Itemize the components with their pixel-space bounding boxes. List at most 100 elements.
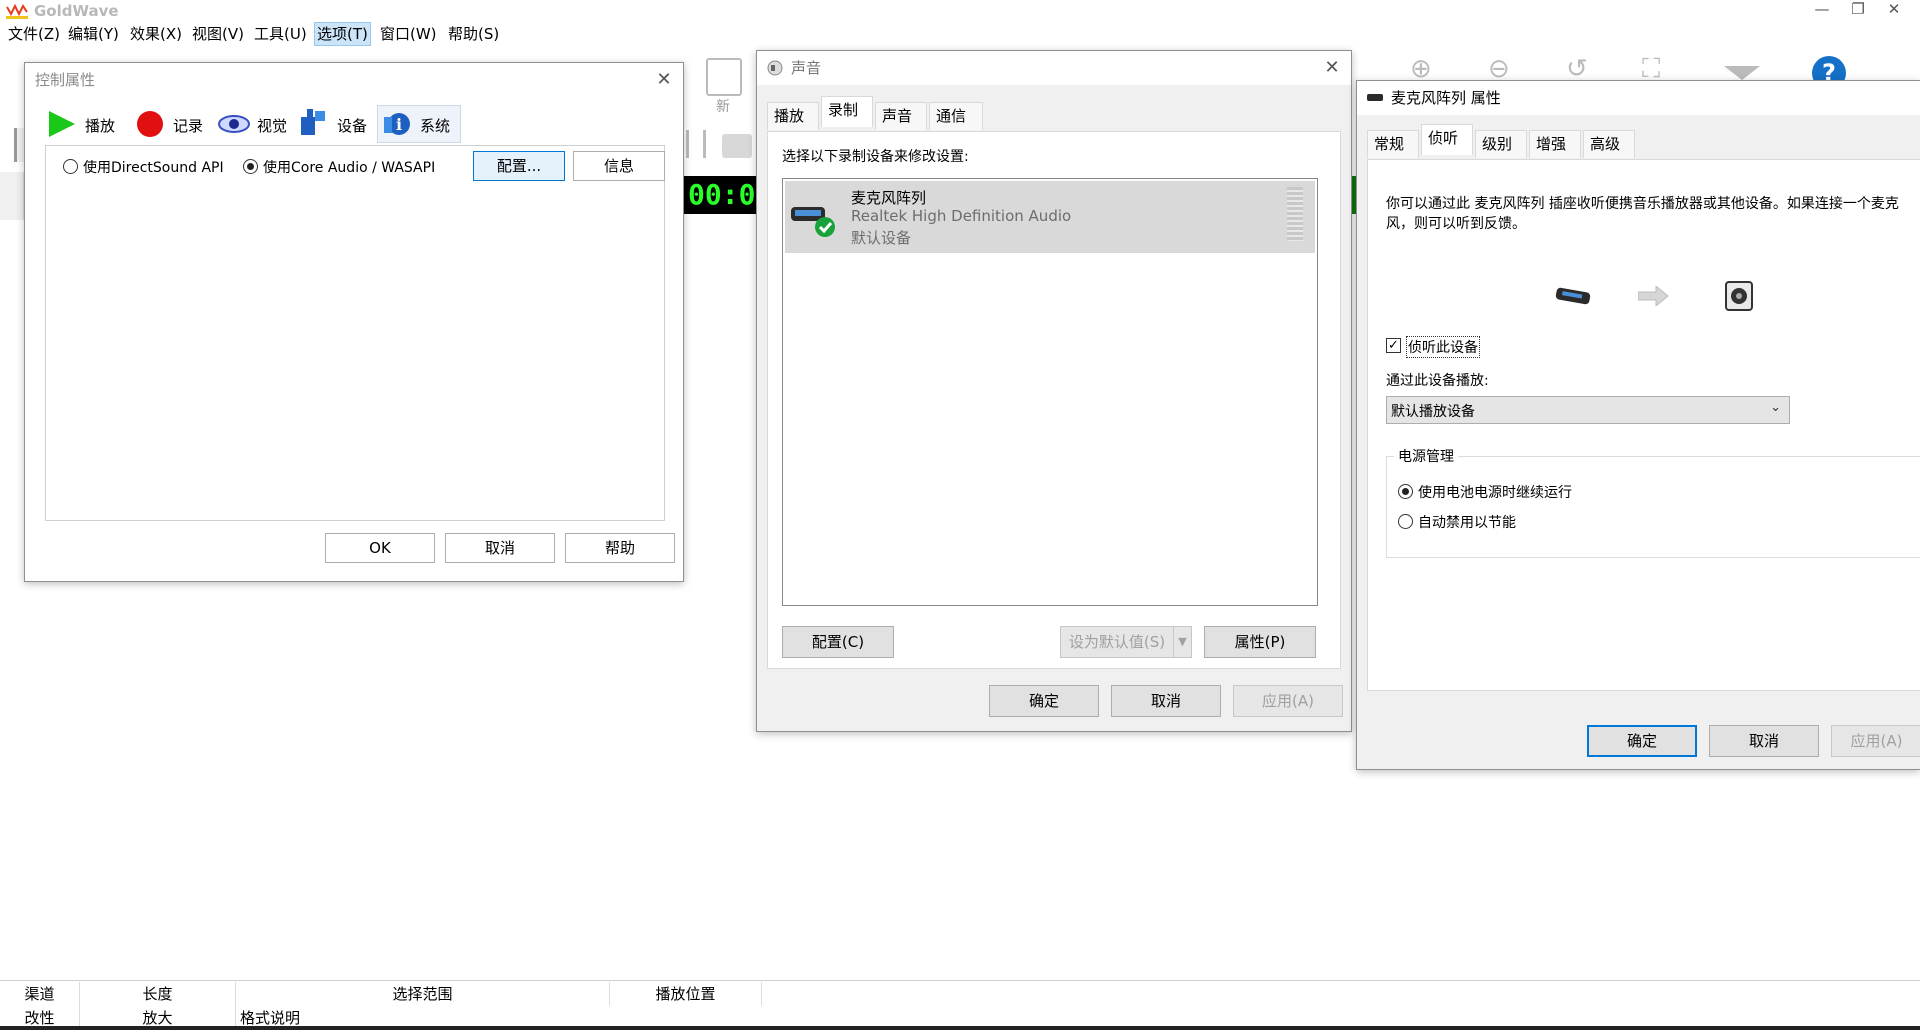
goldwave-logo-icon bbox=[6, 3, 28, 19]
mic-cancel-button[interactable]: 取消 bbox=[1709, 725, 1819, 757]
chevron-down-icon: ⌄ bbox=[1770, 400, 1781, 415]
mic-tab-listen[interactable]: 侦听 bbox=[1421, 124, 1473, 155]
power-disable-radio[interactable] bbox=[1398, 514, 1413, 529]
control-tab-visual-label: 视觉 bbox=[257, 117, 288, 135]
control-properties-titlebar: 控制属性 bbox=[25, 63, 683, 97]
mic-tab-levels[interactable]: 级别 bbox=[1475, 130, 1527, 158]
status-bar: 渠道 长度 选择范围 播放位置 改性 放大 格式说明 bbox=[0, 980, 1920, 1030]
sound-tab-recording[interactable]: 录制 bbox=[821, 96, 873, 127]
svg-text:i: i bbox=[396, 115, 402, 134]
eye-icon bbox=[218, 115, 250, 133]
control-tab-system[interactable]: i 系统 bbox=[377, 105, 461, 143]
playback-through-label: 通过此设备播放: bbox=[1386, 373, 1489, 389]
device-status: 默认设备 bbox=[851, 229, 912, 247]
set-default-button: 设为默认值(S) ▼ bbox=[1060, 626, 1192, 658]
sound-close-icon[interactable]: ✕ bbox=[1321, 57, 1343, 79]
ok-button[interactable]: OK bbox=[325, 533, 435, 563]
coreaudio-label: 使用Core Audio / WASAPI bbox=[263, 160, 436, 176]
app-title: GoldWave bbox=[34, 2, 119, 20]
taskbar-edge bbox=[0, 1026, 1920, 1030]
tool-icon[interactable] bbox=[722, 134, 752, 158]
device-name: 麦克风阵列 bbox=[851, 189, 927, 207]
minimize-icon[interactable]: — bbox=[1802, 0, 1842, 20]
menu-help[interactable]: 帮助(S) bbox=[446, 22, 501, 46]
status-length: 长度 bbox=[80, 982, 236, 1006]
time-display: 00:00 bbox=[684, 176, 762, 214]
slider-icon[interactable] bbox=[686, 130, 706, 158]
playback-device-value: 默认播放设备 bbox=[1391, 404, 1475, 420]
microphone-device-icon bbox=[1555, 287, 1591, 305]
device-driver: Realtek High Definition Audio bbox=[851, 207, 1072, 225]
arrow-right-icon bbox=[1638, 286, 1669, 306]
mic-properties-titlebar: 麦克风阵列 属性 bbox=[1357, 81, 1920, 115]
mic-apply-button: 应用(A) bbox=[1831, 725, 1920, 757]
help-button[interactable]: 帮助 bbox=[565, 533, 675, 563]
sound-ok-button[interactable]: 确定 bbox=[989, 685, 1099, 717]
status-selection: 选择范围 bbox=[236, 982, 610, 1006]
coreaudio-radio[interactable] bbox=[243, 159, 258, 174]
mic-tabs: 常规 侦听 级别 增强 高级 bbox=[1367, 124, 1920, 161]
menu-tools[interactable]: 工具(U) bbox=[252, 22, 309, 46]
control-tab-device-label: 设备 bbox=[337, 117, 368, 135]
menu-file[interactable]: 文件(Z) bbox=[6, 22, 62, 46]
set-default-dropdown-icon: ▼ bbox=[1173, 627, 1191, 657]
menu-effects[interactable]: 效果(X) bbox=[128, 22, 184, 46]
time-display-text: 00:00 bbox=[688, 178, 762, 211]
properties-button[interactable]: 属性(P) bbox=[1204, 626, 1316, 658]
control-properties-window: 控制属性 ✕ 播放 记录 视觉 设备 i 系统 使用DirectSound AP… bbox=[24, 62, 684, 582]
side-gutter bbox=[0, 172, 24, 220]
menu-options[interactable]: 选项(T) bbox=[314, 22, 371, 46]
device-row-mic-array[interactable]: 麦克风阵列 Realtek High Definition Audio 默认设备 bbox=[785, 181, 1315, 253]
sound-cancel-button[interactable]: 取消 bbox=[1111, 685, 1221, 717]
microphone-array-icon bbox=[791, 207, 835, 237]
sound-recording-panel: 选择以下录制设备来修改设置: 麦克风阵列 Realtek High Defini… bbox=[767, 131, 1341, 669]
mic-title-icon bbox=[1367, 94, 1383, 101]
configure-button[interactable]: 配置(C) bbox=[782, 626, 894, 658]
config-button[interactable]: 配置... bbox=[473, 151, 565, 181]
level-meter bbox=[1287, 187, 1303, 241]
power-continue-radio[interactable] bbox=[1398, 484, 1413, 499]
mic-properties-window: 麦克风阵列 属性 常规 侦听 级别 增强 高级 你可以通过此 麦克风阵列 插座收… bbox=[1356, 80, 1920, 770]
app-titlebar: GoldWave — ❐ ✕ bbox=[0, 0, 1920, 22]
menu-edit[interactable]: 编辑(Y) bbox=[66, 22, 121, 46]
mic-listen-panel: 你可以通过此 麦克风阵列 插座收听便携音乐播放器或其他设备。如果连接一个麦克风，… bbox=[1367, 159, 1920, 691]
directsound-radio[interactable] bbox=[63, 159, 78, 174]
set-default-label: 设为默认值(S) bbox=[1068, 633, 1166, 651]
mic-tab-advanced[interactable]: 高级 bbox=[1583, 130, 1635, 158]
control-tab-system-label: 系统 bbox=[420, 117, 451, 135]
sound-tab-sounds[interactable]: 声音 bbox=[875, 102, 927, 130]
menu-view[interactable]: 视图(V) bbox=[190, 22, 246, 46]
sound-tab-communications[interactable]: 通信 bbox=[929, 102, 983, 130]
mic-tab-general[interactable]: 常规 bbox=[1367, 130, 1419, 158]
mic-properties-title: 麦克风阵列 属性 bbox=[1391, 89, 1501, 107]
listen-device-checkbox[interactable]: ✓ bbox=[1386, 338, 1401, 353]
control-tab-record-label: 记录 bbox=[173, 117, 204, 135]
playback-device-select[interactable]: 默认播放设备 ⌄ bbox=[1386, 396, 1790, 424]
sound-tabs: 播放 录制 声音 通信 bbox=[767, 96, 1341, 133]
mic-tab-enhancements[interactable]: 增强 bbox=[1529, 130, 1581, 158]
control-properties-title: 控制属性 bbox=[35, 71, 96, 89]
recording-device-list: 麦克风阵列 Realtek High Definition Audio 默认设备 bbox=[782, 178, 1318, 606]
sound-tab-playback[interactable]: 播放 bbox=[767, 102, 819, 130]
menu-window[interactable]: 窗口(W) bbox=[378, 22, 439, 46]
control-close-icon[interactable]: ✕ bbox=[653, 69, 675, 91]
toolbar-new-label: 新 bbox=[716, 99, 730, 115]
control-tab-play-label: 播放 bbox=[85, 117, 116, 135]
directsound-label: 使用DirectSound API bbox=[83, 160, 224, 176]
mic-ok-button[interactable]: 确定 bbox=[1587, 725, 1697, 757]
sound-instruction: 选择以下录制设备来修改设置: bbox=[782, 149, 969, 165]
sound-body: 播放 录制 声音 通信 选择以下录制设备来修改设置: 麦克风阵列 Realtek… bbox=[757, 85, 1351, 731]
restore-icon[interactable]: ❐ bbox=[1838, 0, 1878, 20]
new-file-icon[interactable] bbox=[706, 58, 742, 96]
control-system-panel bbox=[45, 145, 665, 521]
close-icon[interactable]: ✕ bbox=[1874, 0, 1914, 20]
info-button[interactable]: 信息 bbox=[573, 151, 665, 181]
info-icon: i bbox=[384, 113, 410, 135]
device-icon bbox=[301, 109, 325, 135]
dropdown-arrow-icon[interactable] bbox=[1724, 66, 1760, 80]
power-management-title: 电源管理 bbox=[1394, 446, 1458, 466]
cancel-button[interactable]: 取消 bbox=[445, 533, 555, 563]
sound-window: 声音 ✕ 播放 录制 声音 通信 选择以下录制设备来修改设置: 麦克风阵列 Re… bbox=[756, 50, 1352, 732]
mic-description: 你可以通过此 麦克风阵列 插座收听便携音乐播放器或其他设备。如果连接一个麦克风，… bbox=[1386, 196, 1899, 232]
play-icon bbox=[49, 111, 75, 137]
